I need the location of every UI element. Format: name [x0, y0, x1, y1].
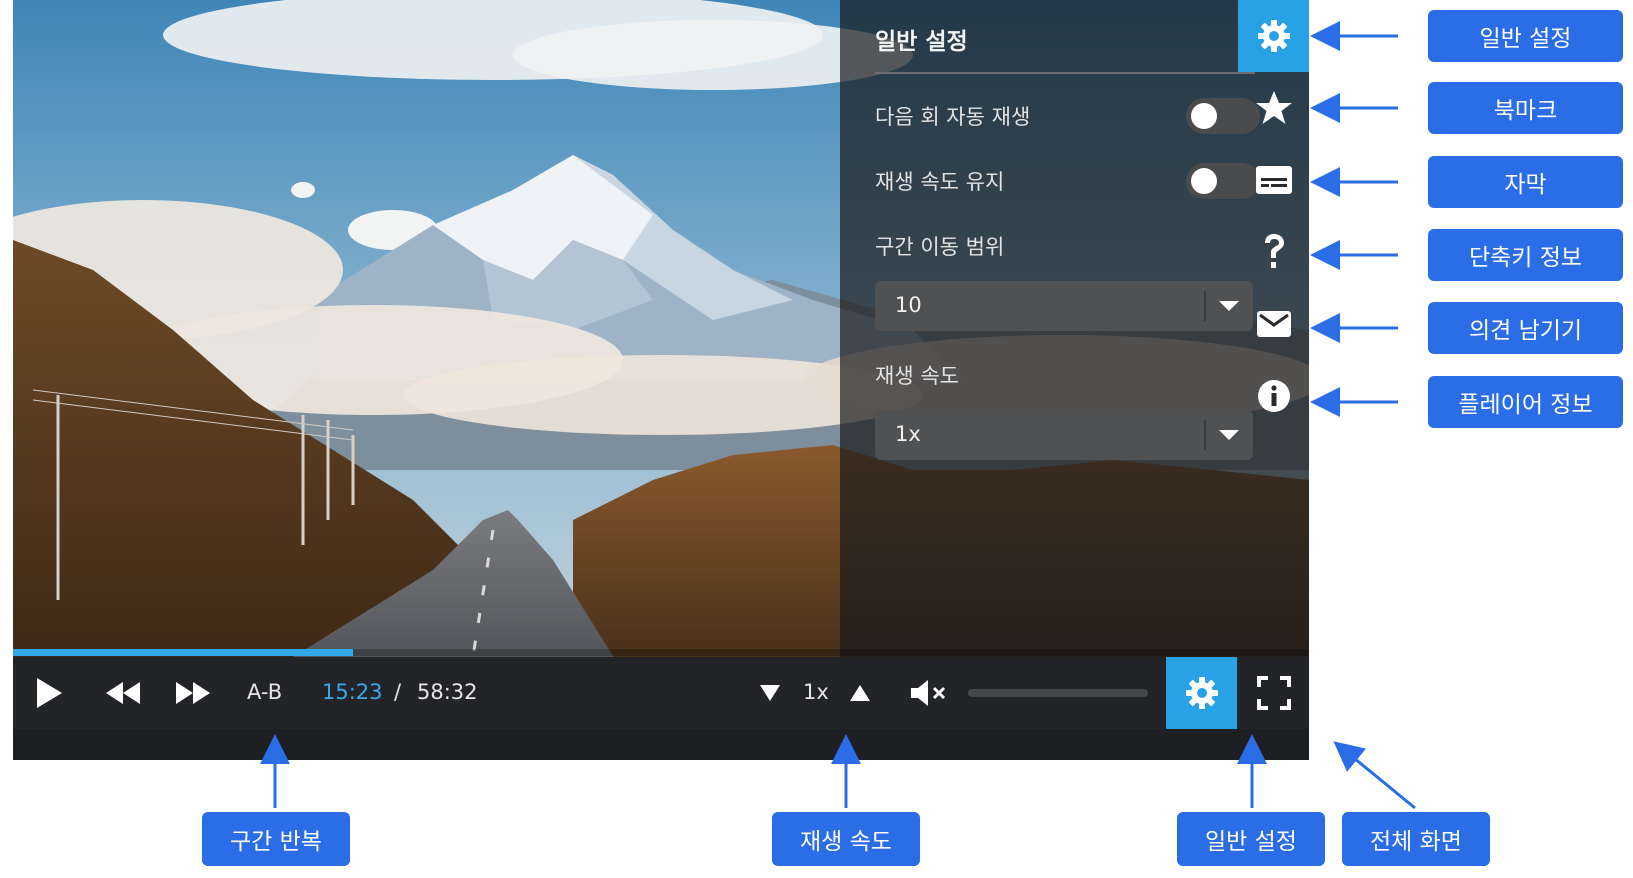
- callout-ab-repeat: 구간 반복: [202, 812, 350, 866]
- play-button[interactable]: [27, 657, 71, 729]
- forward-button[interactable]: [171, 657, 215, 729]
- seek-range-select[interactable]: 10: [875, 281, 1253, 331]
- mail-icon: [1256, 311, 1291, 337]
- question-icon: [1264, 234, 1284, 268]
- time-separator: /: [394, 680, 402, 704]
- seek-range-value: 10: [895, 293, 922, 317]
- volume-slider[interactable]: [968, 689, 1148, 697]
- speed-select-value: 1x: [895, 422, 921, 446]
- progress-bar[interactable]: [13, 649, 1309, 656]
- chevron-down-icon: [1219, 301, 1239, 311]
- side-menu-settings[interactable]: [1238, 0, 1309, 72]
- video-player: 일반 설정 다음 회 자동 재생 재생 속도 유지 구간 이동 범위 10 재생…: [13, 0, 1309, 760]
- subtitles-icon: [1255, 166, 1292, 194]
- toggle-knob: [1191, 168, 1217, 194]
- speed-display: 1x: [803, 680, 829, 704]
- info-icon: [1257, 380, 1290, 412]
- callout-bookmark: 북마크: [1428, 82, 1623, 134]
- chevron-down-icon: [1219, 430, 1239, 440]
- fullscreen-button[interactable]: [1241, 657, 1307, 729]
- callout-feedback: 의견 남기기: [1428, 302, 1623, 354]
- progress-fill: [13, 649, 353, 656]
- mute-button[interactable]: [908, 657, 950, 729]
- fullscreen-icon: [1257, 676, 1291, 710]
- callout-general-settings: 일반 설정: [1428, 10, 1623, 62]
- rewind-icon: [106, 682, 140, 704]
- speed-select[interactable]: 1x: [875, 410, 1253, 460]
- control-bar: A-B 15:23 / 58:32 1x: [13, 657, 1309, 729]
- side-menu-bookmark[interactable]: [1238, 72, 1309, 144]
- triangle-down-icon: [760, 685, 780, 701]
- panel-divider: [875, 72, 1255, 74]
- duration: 58:32: [417, 680, 478, 704]
- seek-range-label: 구간 이동 범위: [875, 235, 1005, 259]
- settings-panel: 일반 설정 다음 회 자동 재생 재생 속도 유지 구간 이동 범위 10 재생…: [840, 0, 1260, 688]
- gear-icon: [1257, 20, 1290, 52]
- gear-icon: [1185, 677, 1218, 709]
- speed-up-button[interactable]: [845, 657, 875, 729]
- rewind-button[interactable]: [101, 657, 145, 729]
- select-separator: [1204, 291, 1206, 321]
- auto-next-label: 다음 회 자동 재생: [875, 105, 1031, 129]
- side-menu-feedback[interactable]: [1238, 288, 1309, 360]
- current-time: 15:23: [322, 680, 383, 704]
- star-icon: [1255, 91, 1292, 124]
- callout-general-settings-bottom: 일반 설정: [1177, 812, 1325, 866]
- side-menu-subtitles[interactable]: [1238, 144, 1309, 216]
- callout-playback-speed: 재생 속도: [772, 812, 920, 866]
- triangle-up-icon: [850, 685, 870, 701]
- callout-fullscreen: 전체 화면: [1342, 812, 1490, 866]
- callout-player-info: 플레이어 정보: [1428, 376, 1623, 428]
- settings-panel-title: 일반 설정: [875, 29, 968, 55]
- play-icon: [37, 678, 62, 708]
- side-menu: [1238, 0, 1309, 688]
- ab-repeat-button[interactable]: A-B: [247, 680, 282, 704]
- fast-forward-icon: [176, 682, 210, 704]
- callout-shortcuts: 단축키 정보: [1428, 229, 1623, 281]
- select-separator: [1204, 420, 1206, 450]
- settings-button[interactable]: [1166, 657, 1237, 729]
- speed-down-button[interactable]: [755, 657, 785, 729]
- side-menu-info[interactable]: [1238, 360, 1309, 432]
- side-menu-shortcuts[interactable]: [1238, 216, 1309, 288]
- keep-speed-label: 재생 속도 유지: [875, 170, 1005, 194]
- toggle-knob: [1191, 103, 1217, 129]
- speed-label: 재생 속도: [875, 364, 959, 388]
- callout-subtitles: 자막: [1428, 156, 1623, 208]
- volume-muted-icon: [911, 680, 946, 706]
